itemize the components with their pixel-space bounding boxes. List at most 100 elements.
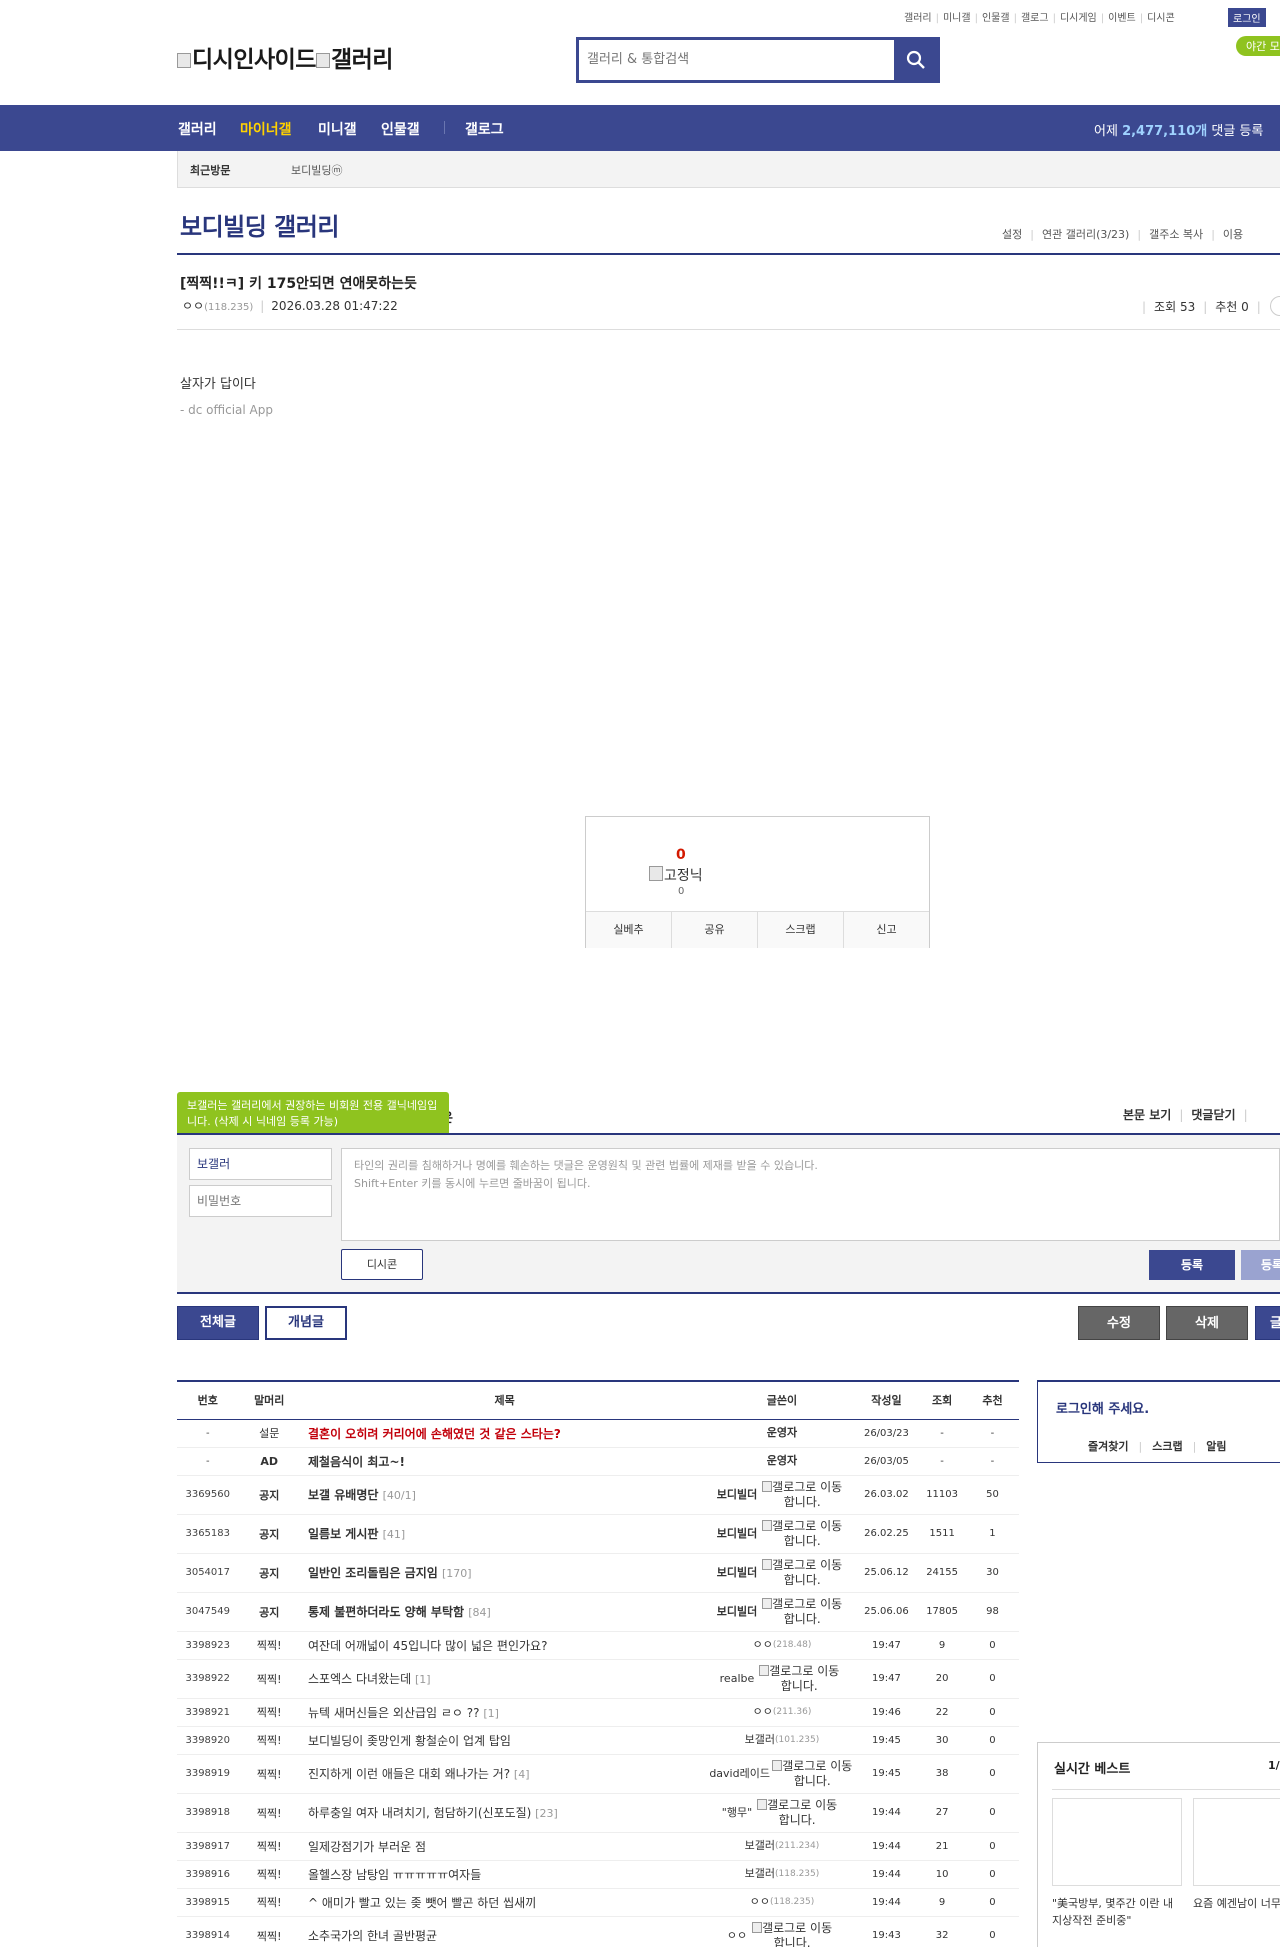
post-subject-link[interactable]: 여잔데 어깨넓이 45입니다 많이 넓은 편인가요? xyxy=(308,1639,547,1653)
close-comments-link[interactable]: 댓글닫기 xyxy=(1191,1108,1235,1122)
post-subject-link[interactable]: 올헬스장 남탕임 ㅠㅠㅠㅠㅠ여자들 xyxy=(308,1868,481,1882)
post-subject-link[interactable]: 일반인 조리돌림은 금지임 xyxy=(308,1566,438,1580)
writer-name[interactable]: 운영자 xyxy=(767,1453,797,1469)
favorites-link[interactable]: 즐겨찾기 xyxy=(1088,1440,1128,1453)
gnb-gallery[interactable]: 갤러리 xyxy=(178,119,217,139)
nickname-field[interactable]: 보갤러 xyxy=(189,1148,332,1180)
comment-count-badge[interactable] xyxy=(1270,296,1280,316)
table-row[interactable]: 3047549 공지 통제 불편하더라도 양해 부탁함 [84] 보디빌더 갤로그로 이… xyxy=(177,1592,1019,1632)
post-subject-link[interactable]: 스포엑스 다녀왔는데 xyxy=(308,1672,411,1686)
tab-concept-posts[interactable]: 개념글 xyxy=(265,1306,347,1340)
table-row[interactable]: 3398921 찍찍! 뉴텍 새머신들은 외산급임 ㄹㅇ ?? [1] ㅇㅇ (211… xyxy=(177,1698,1019,1727)
post-subject[interactable]: 일제강점기가 부러운 점 xyxy=(300,1832,710,1861)
table-row[interactable]: 3398920 찍찍! 보디빌딩이 좆망인게 황철순이 업계 탑임 보갤러 (101.… xyxy=(177,1726,1019,1755)
post-subject[interactable]: 뉴텍 새머신들은 외산급임 ㄹㅇ ?? [1] xyxy=(300,1698,710,1727)
post-writer[interactable]: 보갤러 (101.235) xyxy=(709,1726,855,1755)
delete-button[interactable]: 삭제 xyxy=(1166,1306,1248,1340)
writer-name[interactable]: realbe xyxy=(720,1671,755,1687)
notifications-link[interactable]: 알림 xyxy=(1206,1440,1226,1453)
writer-name[interactable]: "행무" xyxy=(722,1805,752,1821)
post-subject-link[interactable]: 보디빌딩이 좆망인게 황철순이 업계 탑임 xyxy=(308,1734,511,1748)
writer-name[interactable]: 보디빌더 xyxy=(717,1604,757,1620)
post-subject-link[interactable]: 결혼이 오히려 커리어에 손해였던 것 같은 스타는? xyxy=(308,1427,561,1441)
gallog-link[interactable]: 갤로그로 이동합니다. xyxy=(752,1798,842,1828)
post-subject[interactable]: 여잔데 어깨넓이 45입니다 많이 넓은 편인가요? xyxy=(300,1631,710,1660)
copy-address-link[interactable]: 갤주소 복사 xyxy=(1149,228,1203,241)
post-subject-link[interactable]: 제철음식이 최고~! xyxy=(308,1455,405,1469)
post-subject-link[interactable]: 통제 불편하더라도 양해 부탁함 xyxy=(308,1605,464,1619)
post-subject-link[interactable]: 소추국가의 한녀 골반평균 xyxy=(308,1929,437,1943)
reply-count[interactable]: [23] xyxy=(535,1807,558,1820)
post-subject[interactable]: 통제 불편하더라도 양해 부탁함 [84] xyxy=(300,1592,710,1632)
post-subject-link[interactable]: 뉴텍 새머신들은 외산급임 ㄹㅇ ?? xyxy=(308,1706,480,1720)
table-row[interactable]: 3398917 찍찍! 일제강점기가 부러운 점 보갤러 (211.234) 19:44… xyxy=(177,1832,1019,1861)
topnav-person[interactable]: 인물갤 xyxy=(982,9,1010,24)
post-writer[interactable]: 보디빌더 갤로그로 이동합니다. xyxy=(709,1553,855,1593)
writer-name[interactable]: ㅇㅇ xyxy=(753,1637,773,1653)
post-subject[interactable]: 스포엑스 다녀왔는데 [1] xyxy=(300,1659,710,1699)
table-row[interactable]: 3398915 찍찍! ^ 애미가 빨고 있는 좆 뺏어 빨곤 하던 씹새끼 ㅇㅇ (… xyxy=(177,1888,1019,1917)
search-button[interactable] xyxy=(894,40,937,80)
recent-visit-item[interactable]: 보디빌딩ⓜ xyxy=(291,162,342,178)
post-writer[interactable]: 보디빌더 갤로그로 이동합니다. xyxy=(709,1475,855,1515)
topnav-gallery[interactable]: 갤러리 xyxy=(904,9,932,24)
post-writer[interactable]: 보디빌더 갤로그로 이동합니다. xyxy=(709,1592,855,1632)
reply-count[interactable]: [170] xyxy=(442,1567,472,1580)
post-writer[interactable]: ㅇㅇ (211.36) xyxy=(709,1698,855,1727)
gallery-settings-link[interactable]: 설정 xyxy=(1002,228,1022,241)
post-subject[interactable]: 올헬스장 남탕임 ㅠㅠㅠㅠㅠ여자들 xyxy=(300,1860,710,1889)
writer-name[interactable]: 보디빌더 xyxy=(717,1565,757,1581)
post-writer[interactable]: 보갤러 (118.235) xyxy=(709,1860,855,1889)
post-writer[interactable]: ㅇㅇ xyxy=(182,299,204,313)
scrap-button[interactable]: 스크랩 xyxy=(758,912,844,948)
gnb-minor-gallery[interactable]: 마이너갤 xyxy=(240,119,292,139)
gallog-link[interactable]: 갤로그로 이동합니다. xyxy=(757,1480,847,1510)
best-caption[interactable]: 요즘 예겐남이 너무 거같아 xyxy=(1193,1895,1280,1912)
dccon-button[interactable]: 디시콘 xyxy=(341,1249,423,1280)
post-writer[interactable]: ㅇㅇ (218.48) xyxy=(709,1631,855,1660)
post-subject-link[interactable]: 진지하게 이런 애들은 대회 왜나가는 거? xyxy=(308,1767,510,1781)
reply-count[interactable]: [84] xyxy=(468,1606,491,1619)
post-writer[interactable]: "행무" 갤로그로 이동합니다. xyxy=(709,1793,855,1833)
reply-count[interactable]: [1] xyxy=(415,1673,431,1686)
gallog-link[interactable]: 갤로그로 이동합니다. xyxy=(747,1921,837,1947)
writer-name[interactable]: 운영자 xyxy=(767,1425,797,1441)
reply-count[interactable]: [41] xyxy=(383,1528,406,1541)
writer-name[interactable]: 보갤러 xyxy=(745,1866,775,1882)
table-row[interactable]: - 설문 결혼이 오히려 커리어에 손해였던 것 같은 스타는? 운영자 26/03/2… xyxy=(177,1419,1019,1448)
gallog-link[interactable]: 갤로그로 이동합니다. xyxy=(754,1664,844,1694)
comment-submit-recommend-button[interactable]: 등록 xyxy=(1241,1250,1280,1280)
table-row[interactable]: 3054017 공지 일반인 조리돌림은 금지임 [170] 보디빌더 갤로그로 이동합… xyxy=(177,1553,1019,1593)
gnb-mini-gallery[interactable]: 미니갤 xyxy=(318,119,357,139)
writer-name[interactable]: ㅇㅇ xyxy=(727,1928,747,1944)
usage-link[interactable]: 이용 xyxy=(1223,228,1243,241)
post-subject[interactable]: 일름보 게시판 [41] xyxy=(300,1514,710,1554)
table-row[interactable]: 3398919 찍찍! 진지하게 이런 애들은 대회 왜나가는 거? [4] davi… xyxy=(177,1754,1019,1794)
topnav-gallog[interactable]: 갤로그 xyxy=(1021,9,1049,24)
table-row[interactable]: 3369560 공지 보갤 유배명단 [40/1] 보디빌더 갤로그로 이동합니다. 26… xyxy=(177,1475,1019,1515)
edit-button[interactable]: 수정 xyxy=(1078,1306,1160,1340)
password-field[interactable] xyxy=(189,1185,332,1217)
writer-name[interactable]: 보갤러 xyxy=(745,1838,775,1854)
post-writer[interactable]: ㅇㅇ 갤로그로 이동합니다. xyxy=(709,1916,855,1947)
post-subject[interactable]: ^ 애미가 빨고 있는 좆 뺏어 빨곤 하던 씹새끼 xyxy=(300,1888,710,1917)
post-subject-link[interactable]: 일제강점기가 부러운 점 xyxy=(308,1840,426,1854)
night-mode-button[interactable]: 야간 모 xyxy=(1236,36,1280,56)
post-subject-link[interactable]: 하루충일 여자 내려치기, 험담하기(신포도질) xyxy=(308,1806,531,1820)
writer-name[interactable]: david레이드 xyxy=(709,1766,770,1782)
table-row[interactable]: 3398918 찍찍! 하루충일 여자 내려치기, 험담하기(신포도질) [23] "… xyxy=(177,1793,1019,1833)
gnb-gallog[interactable]: 갤로그 xyxy=(465,119,504,139)
gallog-link[interactable]: 갤로그로 이동합니다. xyxy=(770,1759,855,1789)
best-thumbnail[interactable] xyxy=(1193,1798,1280,1886)
table-row[interactable]: - AD 제철음식이 최고~! 운영자 26/03/05- - xyxy=(177,1447,1019,1476)
post-subject[interactable]: 제철음식이 최고~! xyxy=(300,1447,710,1476)
tab-all-posts[interactable]: 전체글 xyxy=(177,1306,259,1340)
post-subject[interactable]: 결혼이 오히려 커리어에 손해였던 것 같은 스타는? xyxy=(300,1419,710,1448)
view-body-link[interactable]: 본문 보기 xyxy=(1123,1108,1171,1122)
topnav-event[interactable]: 이벤트 xyxy=(1108,9,1136,24)
gallog-link[interactable]: 갤로그로 이동합니다. xyxy=(757,1519,847,1549)
table-row[interactable]: 3398923 찍찍! 여잔데 어깨넓이 45입니다 많이 넓은 편인가요? ㅇㅇ (… xyxy=(177,1631,1019,1660)
scrap-link[interactable]: 스크랩 xyxy=(1152,1440,1182,1453)
comment-textarea[interactable]: 타인의 권리를 침해하거나 명예를 훼손하는 댓글은 운영원칙 및 관련 법률에… xyxy=(341,1148,1280,1241)
report-button[interactable]: 신고 xyxy=(844,912,929,948)
